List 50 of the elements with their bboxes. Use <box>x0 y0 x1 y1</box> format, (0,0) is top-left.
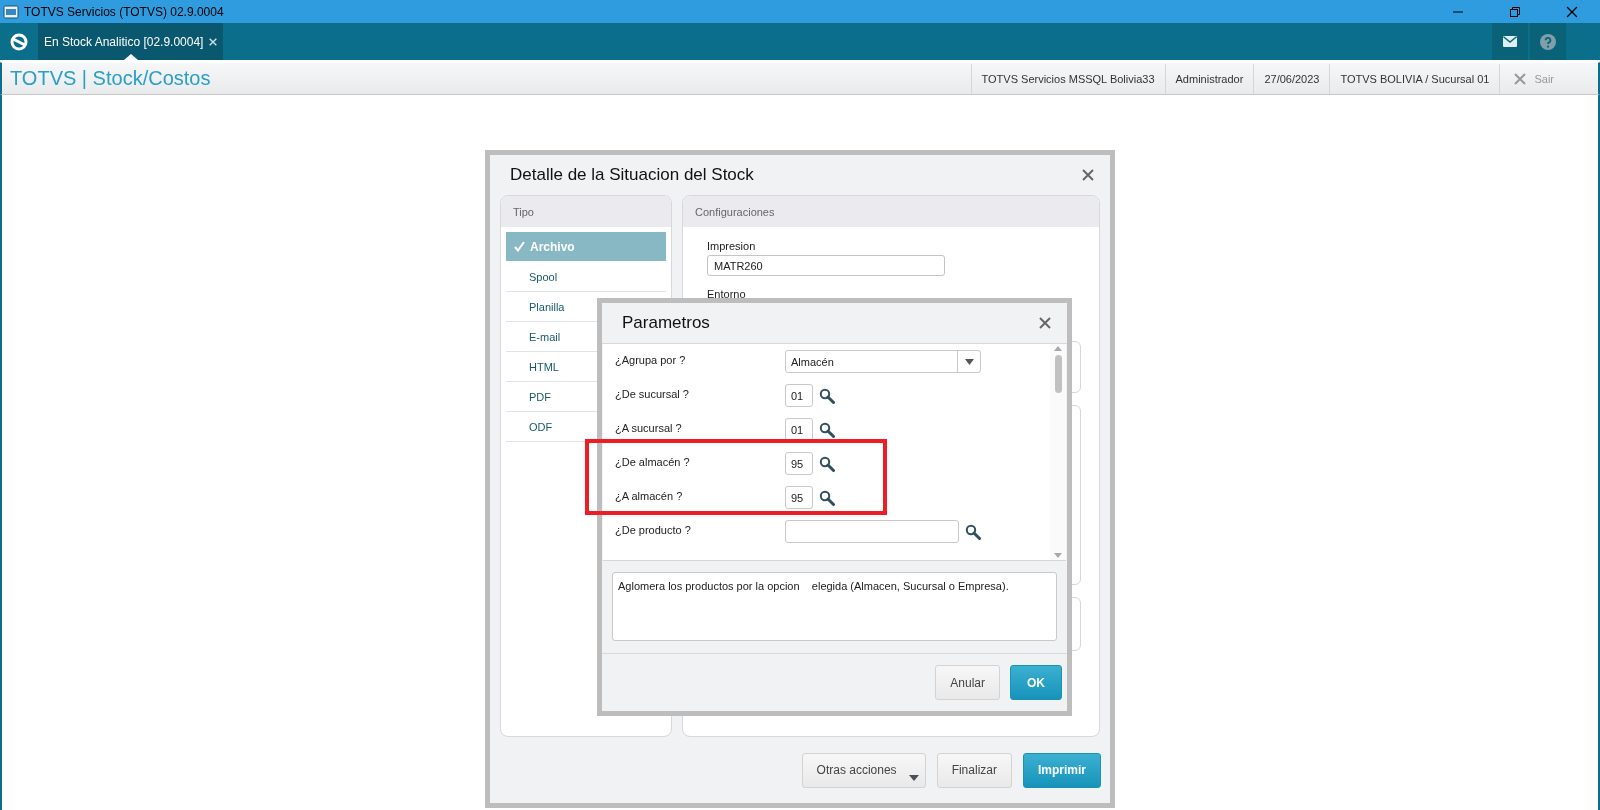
check-icon <box>514 241 525 252</box>
tab-close-icon[interactable] <box>209 37 218 46</box>
section-label: Entorno <box>707 288 747 300</box>
menu-button[interactable]: Otras acciones <box>801 752 926 788</box>
app-title: TOTVS | Stock/Costos <box>10 67 211 90</box>
search-icon[interactable] <box>819 387 835 404</box>
window-title: TOTVS Servicios (TOTVS) 02.9.0004 <box>24 4 224 19</box>
close-icon[interactable] <box>1082 169 1094 181</box>
restore-icon <box>1508 5 1521 18</box>
session-info: TOTVS BOLIVIA / Sucursal 01 <box>1329 63 1500 94</box>
input-field[interactable]: 01 <box>785 418 813 441</box>
input-field[interactable]: 01 <box>785 384 813 407</box>
field-label: Impresion <box>707 240 757 252</box>
scrollbar[interactable] <box>1050 344 1066 560</box>
session-info: TOTVS Servicios MSSQL Bolivia33 <box>970 63 1165 94</box>
button[interactable]: Anular <box>935 665 1000 700</box>
logo-icon[interactable] <box>9 31 29 52</box>
input-field[interactable]: MATR260 <box>707 255 945 276</box>
close-icon <box>1565 5 1578 18</box>
scroll-down-icon <box>1053 552 1063 560</box>
search-icon[interactable] <box>819 455 835 472</box>
list-item[interactable]: Spool <box>506 262 666 292</box>
parameter-label: ¿A almacén ? <box>615 489 684 502</box>
scroll-up-icon <box>1053 344 1063 352</box>
close-icon[interactable] <box>1039 317 1051 329</box>
scroll-thumb[interactable] <box>1054 355 1062 393</box>
input-field[interactable]: 95 <box>785 452 813 475</box>
session-info: 27/06/2023 <box>1253 63 1330 94</box>
description-box: Aglomera los productos por la opcion elegida (Almacen, Sucursal o Empresa). <box>612 572 1057 641</box>
button[interactable]: Finalizar <box>936 752 1012 788</box>
help-icon <box>1540 33 1556 50</box>
parameter-label: ¿De producto ? <box>615 523 692 536</box>
search-icon[interactable] <box>965 523 981 540</box>
search-icon[interactable] <box>819 489 835 506</box>
dialog-title: Detalle de la Situacion del Stock <box>510 165 754 185</box>
panel-heading: Configuraciones <box>683 196 1099 227</box>
select-field[interactable]: Almacén <box>785 350 981 373</box>
parameter-label: ¿De almacén ? <box>615 455 691 468</box>
caret-icon <box>964 358 974 365</box>
mail-icon <box>1503 36 1517 47</box>
panel-heading: Tipo <box>501 196 671 227</box>
app-icon <box>3 3 19 20</box>
input-field[interactable]: 95 <box>785 486 813 509</box>
close-icon <box>1514 72 1527 85</box>
session-info: Administrador <box>1164 63 1254 94</box>
search-icon[interactable] <box>819 421 835 438</box>
mail-button[interactable] <box>1492 23 1528 60</box>
caret-icon <box>908 774 919 781</box>
input-field[interactable] <box>785 520 959 543</box>
tab[interactable]: En Stock Analitico [02.9.0004] <box>38 23 224 60</box>
